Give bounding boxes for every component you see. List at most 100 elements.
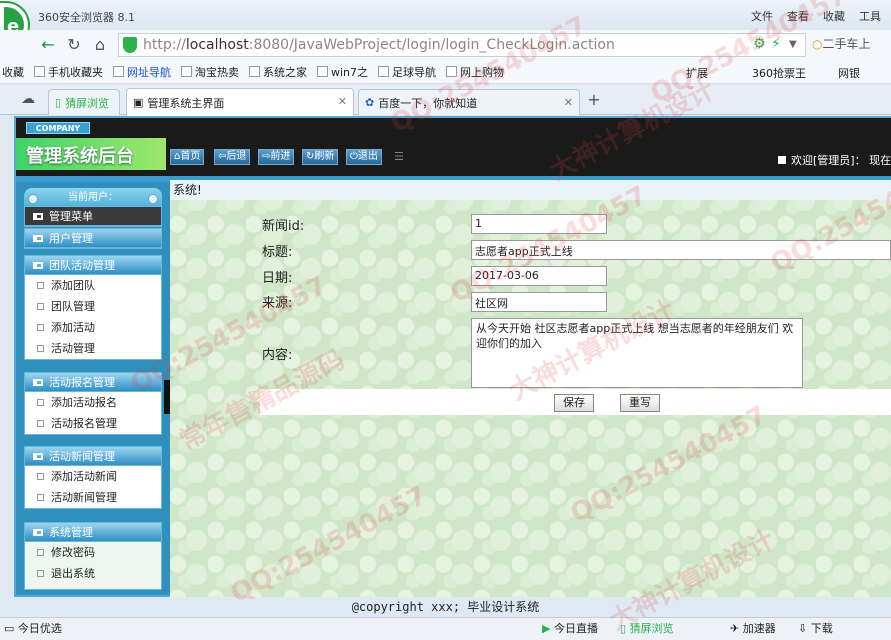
section-header[interactable]: 管理菜单 bbox=[25, 207, 161, 226]
fav-item[interactable]: 收藏 bbox=[2, 64, 24, 80]
section-main-menu: 管理菜单 bbox=[24, 206, 162, 227]
tab-baidu[interactable]: ✿ 百度一下，你就知道 ✕ bbox=[358, 89, 580, 115]
status-today-picks[interactable]: ▭ 今日优选 bbox=[4, 618, 62, 640]
folder-icon bbox=[33, 235, 43, 242]
fav-item[interactable]: 手机收藏夹 bbox=[34, 64, 103, 80]
new-tab-icon[interactable]: + bbox=[584, 89, 604, 111]
source-label: 来源: bbox=[262, 296, 293, 311]
menu-tools[interactable]: 工具 bbox=[859, 8, 881, 24]
phone-icon: ▯ bbox=[55, 96, 62, 109]
date-field[interactable]: 2017-03-06 bbox=[471, 266, 607, 286]
menu-news-mgmt[interactable]: 活动新闻管理 bbox=[25, 487, 161, 508]
fav-item[interactable]: win7之 bbox=[317, 64, 368, 80]
page-icon bbox=[113, 66, 124, 77]
cloud-icon[interactable]: ☁ bbox=[18, 88, 38, 110]
reset-button[interactable]: 重写 bbox=[620, 394, 660, 412]
menu-add-news[interactable]: 添加活动新闻 bbox=[25, 466, 161, 487]
close-icon[interactable]: ✕ bbox=[564, 96, 573, 109]
section-activity-news: 活动新闻管理 添加活动新闻 活动新闻管理 bbox=[24, 446, 162, 509]
status-live[interactable]: ▶ 今日直播 bbox=[542, 618, 598, 640]
pin-icon bbox=[28, 194, 38, 204]
menu-activity-mgmt[interactable]: 活动管理 bbox=[25, 338, 161, 359]
play-icon: ▶ bbox=[542, 622, 551, 635]
menu-add-activity[interactable]: 添加活动 bbox=[25, 317, 161, 338]
fav-bank[interactable]: 网银 bbox=[838, 65, 860, 81]
title-field[interactable]: 志愿者app正式上线 bbox=[471, 240, 891, 260]
favorites-bar: 收藏 手机收藏夹 网址导航 淘宝热卖 系统之家 win7之 足球导航 网上购物 … bbox=[0, 60, 891, 84]
content-textarea[interactable]: 从今天开始 社区志愿者app正式上线 想当志愿者的年经朋友们 欢迎你们的加入 bbox=[471, 318, 803, 388]
folder-icon bbox=[33, 453, 43, 460]
status-screen-browse[interactable]: ▯ 猜屏浏览 bbox=[620, 618, 674, 640]
menu-file[interactable]: 文件 bbox=[751, 8, 773, 24]
logout-button[interactable]: ⏻退出 bbox=[346, 149, 382, 165]
address-bar[interactable]: http://localhost:8080/JavaWebProject/log… bbox=[118, 33, 806, 57]
close-icon[interactable]: ✕ bbox=[338, 95, 347, 108]
page-icon bbox=[317, 66, 328, 77]
menu-view[interactable]: 查看 bbox=[787, 8, 809, 24]
menu-change-password[interactable]: 修改密码 bbox=[25, 542, 161, 563]
section-user-mgmt: 用户管理 bbox=[24, 228, 162, 249]
date-label: 日期: bbox=[262, 271, 293, 286]
tab-admin-main[interactable]: ▣ 管理系统主界面 ✕ bbox=[126, 88, 354, 116]
home-button[interactable]: ⌂首页 bbox=[170, 149, 205, 165]
doc-icon bbox=[37, 549, 44, 556]
refresh-button[interactable]: ↻刷新 bbox=[302, 149, 339, 165]
fav-item[interactable]: 网上购物 bbox=[446, 64, 504, 80]
menu-favorites[interactable]: 收藏 bbox=[823, 8, 845, 24]
page-icon bbox=[181, 66, 192, 77]
page-icon bbox=[378, 66, 390, 77]
section-header[interactable]: 活动报名管理 bbox=[25, 373, 161, 392]
speed-icon[interactable]: ⚙ bbox=[753, 36, 766, 52]
dropdown-icon[interactable]: ▼ bbox=[789, 39, 797, 50]
title-label: 标题: bbox=[262, 245, 293, 260]
folder-icon bbox=[33, 262, 43, 269]
download-icon: ⇩ bbox=[798, 622, 808, 635]
menu-exit-system[interactable]: 退出系统 bbox=[25, 563, 161, 584]
fav-item[interactable]: 系统之家 bbox=[249, 64, 307, 80]
search-box[interactable]: ○二手车上 bbox=[812, 33, 891, 55]
menu-signup-mgmt[interactable]: 活动报名管理 bbox=[25, 413, 161, 434]
doc-icon bbox=[37, 324, 44, 331]
fav-item[interactable]: 网址导航 bbox=[113, 64, 171, 80]
save-button[interactable]: 保存 bbox=[554, 394, 594, 412]
section-header[interactable]: 用户管理 bbox=[25, 229, 161, 248]
back-icon[interactable]: ← bbox=[38, 34, 58, 56]
section-header[interactable]: 活动新闻管理 bbox=[25, 447, 161, 466]
brand-title: 管理系统后台 bbox=[16, 138, 166, 170]
id-label: 新闻id: bbox=[262, 219, 305, 234]
status-accelerator[interactable]: ✈ 加速器 bbox=[730, 618, 776, 640]
browser-menu: 文件 查看 收藏 工具 bbox=[751, 8, 881, 24]
url-text[interactable]: http://localhost:8080/JavaWebProject/log… bbox=[143, 37, 615, 53]
page-icon bbox=[446, 66, 458, 77]
doc-icon bbox=[37, 399, 44, 406]
browser-titlebar: e 360安全浏览器 8.1 文件 查看 收藏 工具 bbox=[0, 0, 891, 47]
menu-add-team[interactable]: 添加团队 bbox=[25, 275, 161, 296]
source-field[interactable]: 社区网 bbox=[471, 292, 607, 312]
tab-screen-browse[interactable]: ▯ 猜屏浏览 bbox=[48, 89, 120, 115]
fav-ticket[interactable]: 360抢票王 bbox=[752, 65, 806, 81]
square-icon bbox=[778, 156, 786, 164]
refresh-icon[interactable]: ↻ bbox=[64, 34, 84, 56]
section-header[interactable]: 系统管理 bbox=[25, 523, 161, 542]
section-header[interactable]: 团队活动管理 bbox=[25, 256, 161, 275]
menu-lines-icon: ☰ bbox=[394, 150, 404, 163]
fav-extensions[interactable]: 扩展 bbox=[686, 65, 708, 81]
lightning-icon[interactable]: ⚡ bbox=[771, 36, 781, 52]
menu-team-mgmt[interactable]: 团队管理 bbox=[25, 296, 161, 317]
pin-icon bbox=[148, 194, 158, 204]
content-label: 内容: bbox=[262, 348, 293, 363]
doc-icon bbox=[37, 494, 44, 501]
doc-icon bbox=[37, 282, 44, 289]
section-system: 系统管理 修改密码 退出系统 bbox=[24, 522, 162, 590]
forward-button[interactable]: ⇨前进 bbox=[258, 149, 295, 165]
fav-item[interactable]: 淘宝热卖 bbox=[181, 64, 239, 80]
status-download[interactable]: ⇩ 下载 bbox=[798, 618, 833, 640]
search-icon: ○ bbox=[812, 37, 823, 51]
back-button[interactable]: ⇦后退 bbox=[214, 149, 251, 165]
page-icon bbox=[249, 66, 260, 77]
menu-add-signup[interactable]: 添加活动报名 bbox=[25, 392, 161, 413]
id-field[interactable]: 1 bbox=[471, 214, 607, 234]
fav-item[interactable]: 足球导航 bbox=[378, 64, 436, 80]
welcome-text: 欢迎[管理员]： 现在 bbox=[778, 152, 891, 168]
home-icon[interactable]: ⌂ bbox=[90, 34, 110, 56]
